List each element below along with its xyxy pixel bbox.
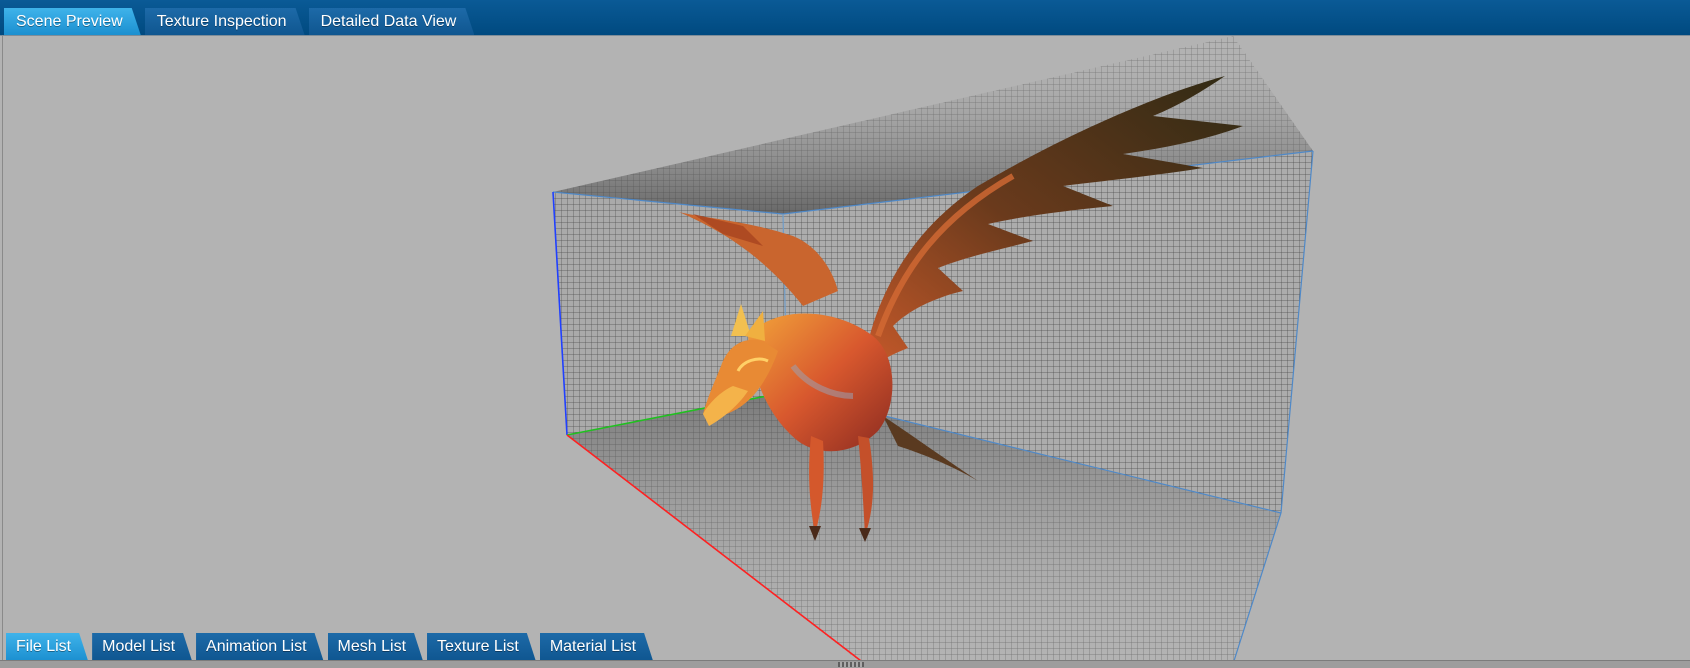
tab-detailed-data-view[interactable]: Detailed Data View: [309, 8, 475, 35]
tab-animation-list[interactable]: Animation List: [196, 633, 324, 661]
bottom-tabs: File List Model List Animation List Mesh…: [6, 633, 657, 661]
tab-texture-inspection[interactable]: Texture Inspection: [145, 8, 305, 35]
scene-viewport[interactable]: [2, 36, 1689, 664]
tab-scene-preview[interactable]: Scene Preview: [4, 8, 141, 35]
splitter-grip-handle[interactable]: [838, 662, 864, 667]
scene-render: [552, 36, 1314, 664]
tab-texture-list[interactable]: Texture List: [427, 633, 536, 661]
top-tab-bar: Scene Preview Texture Inspection Detaile…: [0, 0, 1690, 36]
top-tabs: Scene Preview Texture Inspection Detaile…: [4, 8, 478, 35]
tab-model-list[interactable]: Model List: [92, 633, 192, 661]
tab-mesh-list[interactable]: Mesh List: [328, 633, 423, 661]
tab-material-list[interactable]: Material List: [540, 633, 653, 661]
tab-file-list[interactable]: File List: [6, 633, 88, 661]
